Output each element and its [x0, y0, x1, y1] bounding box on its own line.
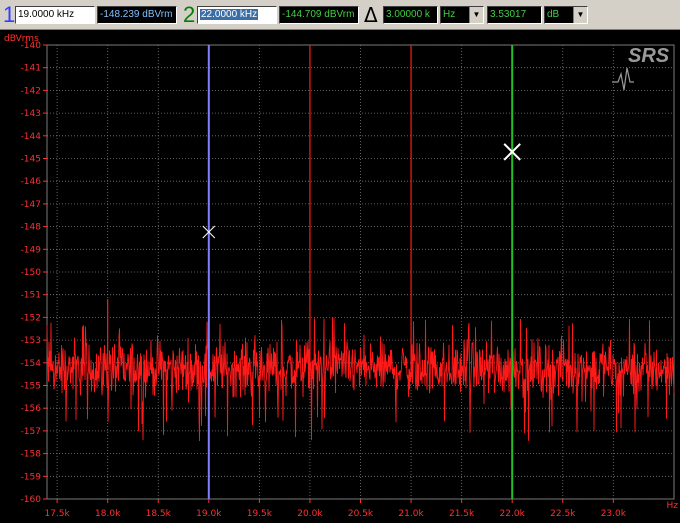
- plot-frame: [46, 44, 675, 500]
- y-tick-label: -146: [21, 177, 42, 187]
- marker-toolbar: 1 19.0000 kHz -148.239 dBVrm 2 22.0000 k…: [0, 0, 680, 30]
- markers: [202, 45, 521, 499]
- chevron-down-icon[interactable]: ▼: [469, 7, 483, 23]
- marker1-frequency-field[interactable]: 19.0000 kHz: [15, 6, 95, 24]
- x-tick-label: 19.0k: [196, 509, 222, 519]
- y-tick-label: -159: [21, 472, 42, 482]
- x-tick-label: 22.0k: [500, 509, 526, 519]
- delta-level-field[interactable]: 3.53017: [487, 6, 542, 24]
- marker2-level-field[interactable]: -144.709 dBVrm: [279, 6, 359, 24]
- y-tick-label: -153: [21, 336, 41, 346]
- y-tick-label: -141: [21, 64, 41, 74]
- marker1-level-field[interactable]: -148.239 dBVrm: [97, 6, 177, 24]
- axis-labels: -140-141-142-143-144-145-146-147-148-149…: [4, 34, 678, 519]
- y-tick-label: -154: [21, 359, 42, 369]
- spectrum-chart[interactable]: -140-141-142-143-144-145-146-147-148-149…: [0, 30, 680, 523]
- y-tick-label: -150: [21, 268, 42, 278]
- y-tick-label: -142: [21, 86, 41, 96]
- y-tick-label: -151: [21, 291, 41, 301]
- x-tick-label: 20.0k: [297, 509, 323, 519]
- x-tick-label: 21.5k: [449, 509, 475, 519]
- srs-logo-text: SRS: [628, 45, 670, 67]
- x-tick-label: 23.0k: [601, 509, 627, 519]
- marker1-index: 1: [3, 2, 16, 27]
- y-tick-label: -149: [21, 245, 42, 255]
- chevron-down-icon[interactable]: ▼: [573, 7, 587, 23]
- y-tick-label: -143: [21, 109, 41, 119]
- x-tick-label: 19.5k: [247, 509, 273, 519]
- delta-frequency-unit-select[interactable]: Hz ▼: [440, 6, 484, 24]
- marker2-index: 2: [183, 2, 196, 27]
- y-tick-label: -152: [21, 313, 41, 323]
- x-tick-label: 18.0k: [95, 509, 121, 519]
- waveform-icon: [612, 67, 634, 91]
- x-tick-label: 20.5k: [348, 509, 374, 519]
- y-tick-label: -155: [21, 382, 41, 392]
- y-tick-label: -158: [21, 450, 42, 460]
- delta-frequency-field[interactable]: 3.00000 k: [383, 6, 438, 24]
- analyzer-window: 1 19.0000 kHz -148.239 dBVrm 2 22.0000 k…: [0, 0, 680, 523]
- marker2-frequency-selection: 22.0000 kHz: [200, 9, 259, 20]
- delta-frequency-unit-value: Hz: [443, 9, 456, 20]
- y-tick-label: -145: [21, 155, 41, 165]
- x-tick-label: 21.0k: [398, 509, 424, 519]
- y-tick-label: -160: [21, 495, 42, 505]
- x-axis-label: Hz: [667, 501, 679, 511]
- delta-level-unit-select[interactable]: dB ▼: [544, 6, 588, 24]
- y-tick-label: -147: [21, 200, 41, 210]
- x-tick-label: 22.5k: [550, 509, 576, 519]
- x-tick-label: 17.5k: [44, 509, 70, 519]
- delta-icon: Δ: [364, 3, 378, 27]
- spectrum-trace: [46, 317, 675, 442]
- y-tick-label: -156: [21, 404, 42, 414]
- spectral-peaks: [107, 45, 513, 370]
- grid: [43, 44, 675, 503]
- delta-level-unit-value: dB: [547, 9, 560, 20]
- y-axis-label: dBVrms: [4, 34, 39, 44]
- marker2-frequency-field[interactable]: 22.0000 kHz: [197, 6, 277, 24]
- y-tick-label: -144: [21, 132, 42, 142]
- x-tick-label: 18.5k: [146, 509, 172, 519]
- y-tick-label: -148: [21, 223, 42, 233]
- y-tick-label: -157: [21, 427, 41, 437]
- noise-trace-line: [46, 317, 675, 442]
